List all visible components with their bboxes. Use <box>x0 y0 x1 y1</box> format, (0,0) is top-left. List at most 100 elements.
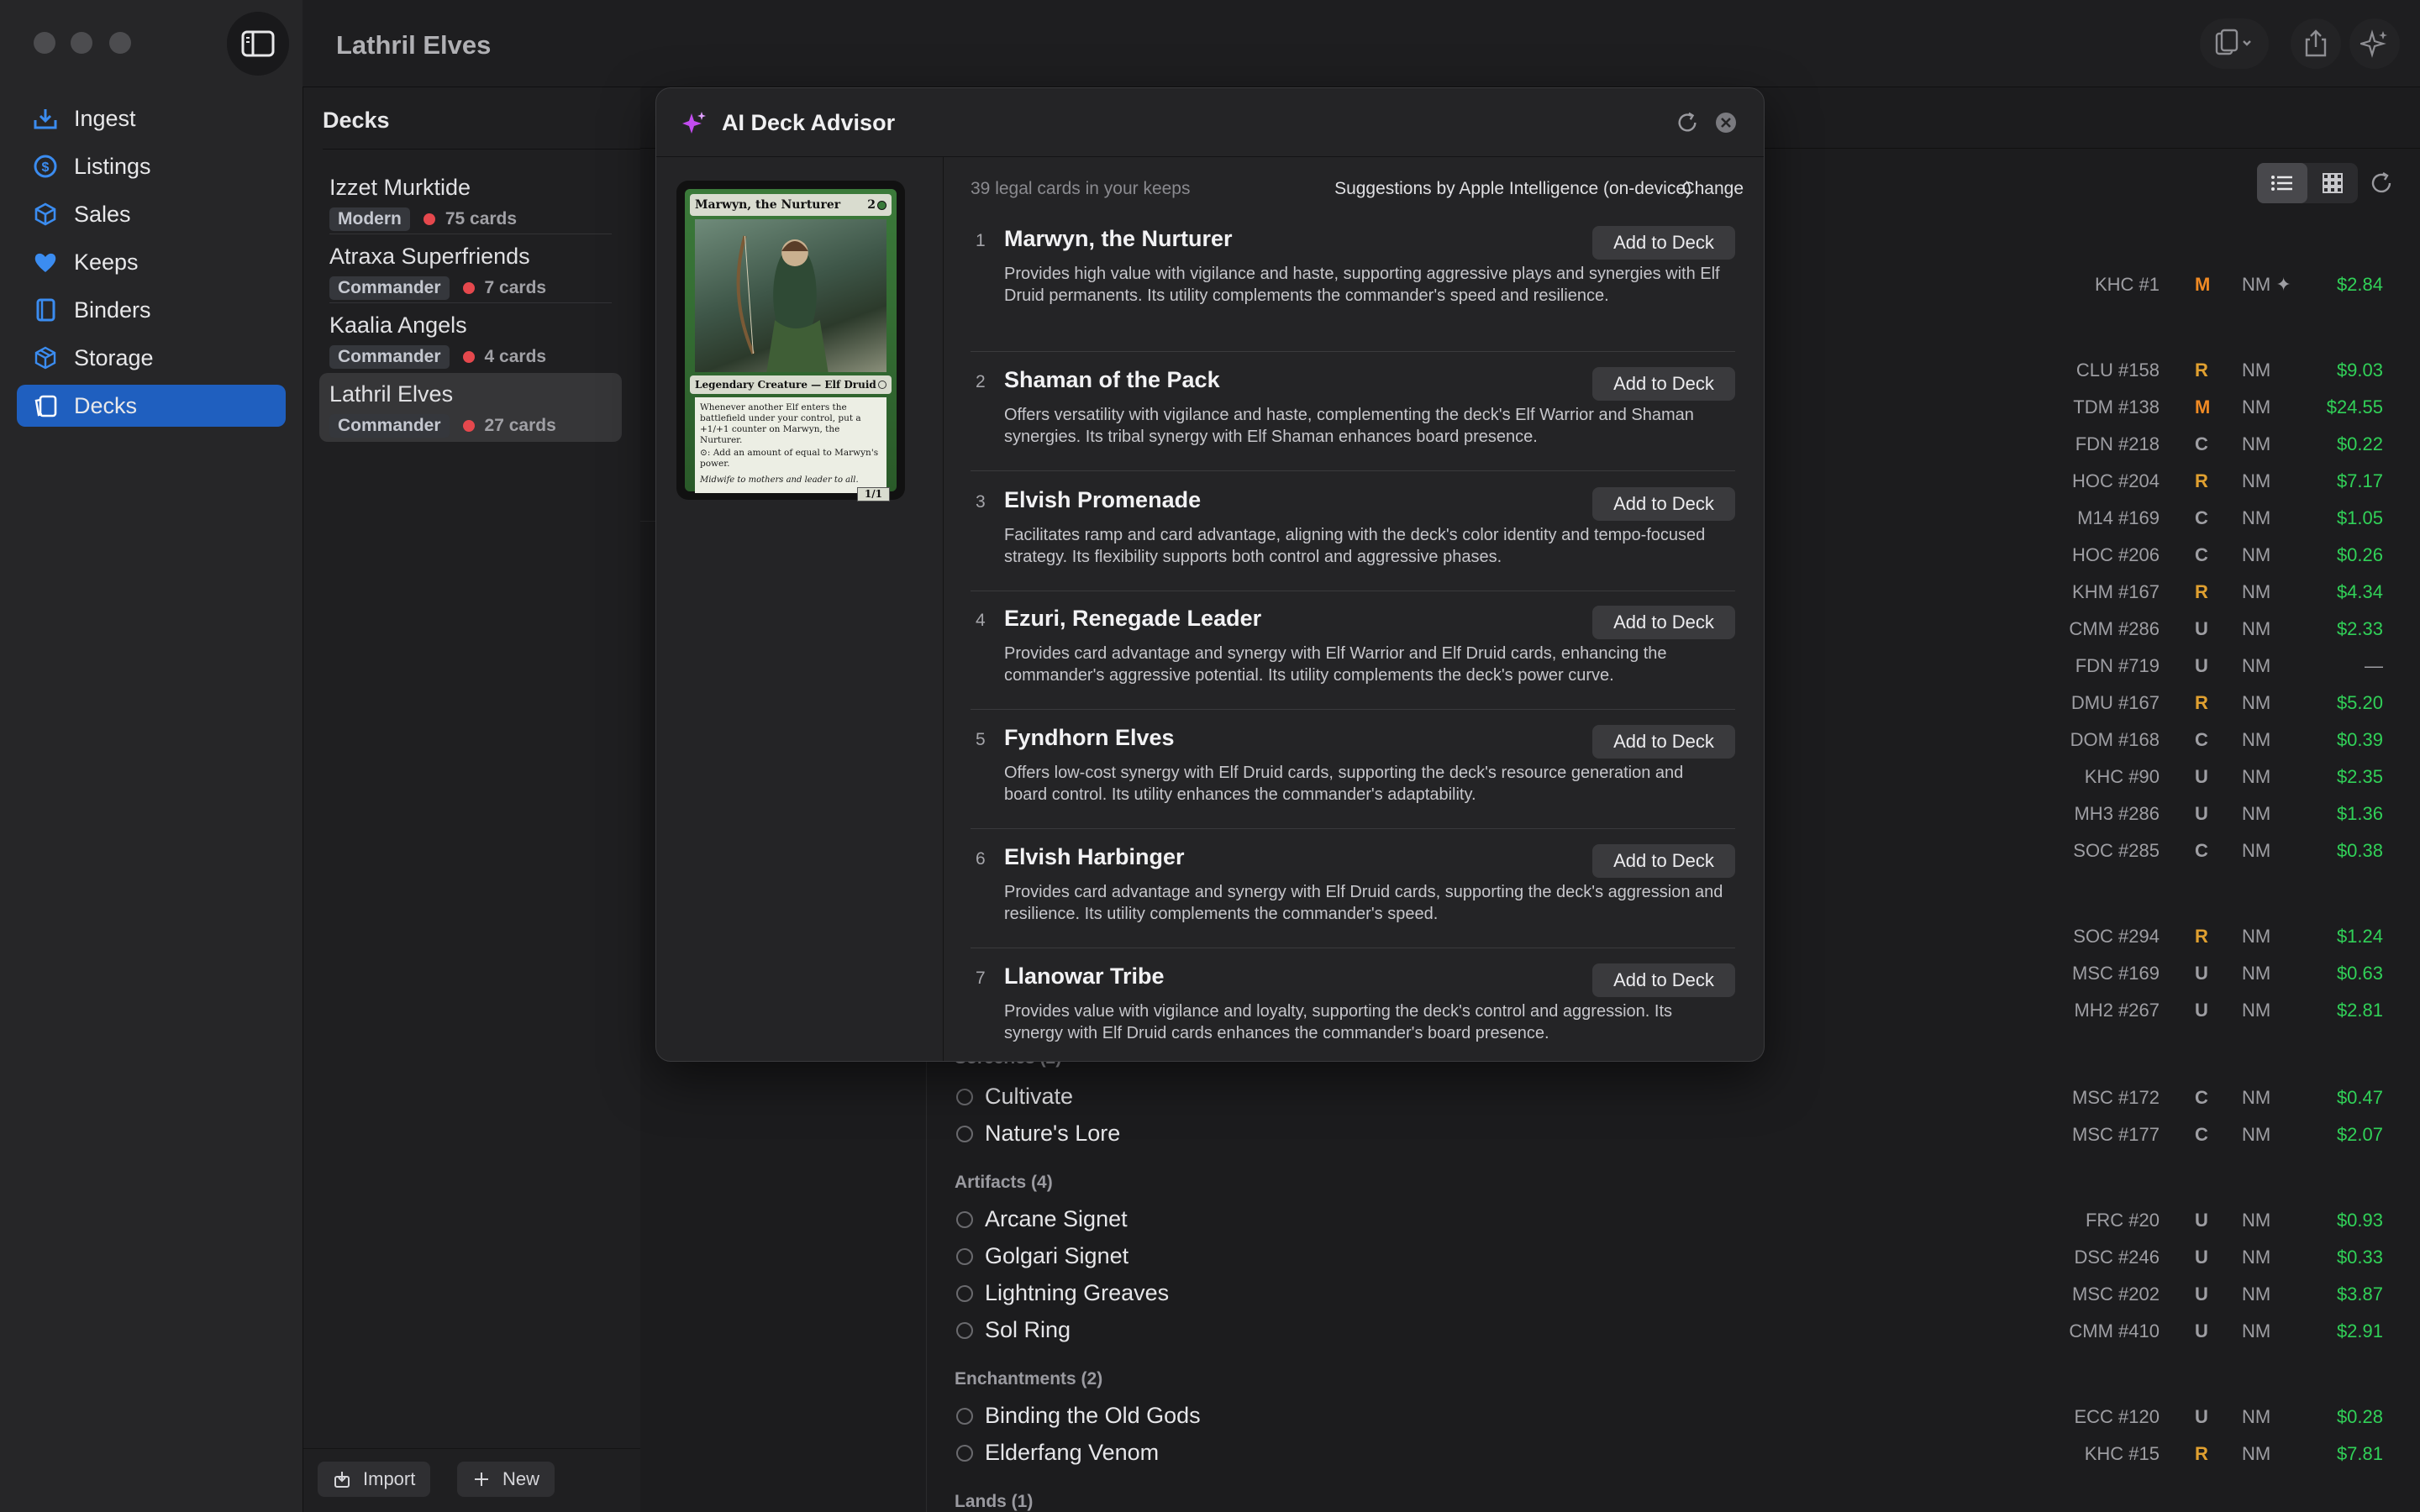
copy-menu-button[interactable] <box>2200 18 2269 69</box>
price: $0.22 <box>2336 433 2383 454</box>
suggestion-card-name[interactable]: Fyndhorn Elves <box>1004 725 1175 751</box>
rarity-badge: R <box>2195 360 2208 381</box>
import-label: Import <box>363 1468 416 1489</box>
suggestion-card-name[interactable]: Marwyn, the Nurturer <box>1004 226 1233 252</box>
table-row[interactable]: Arcane Signet FRC #20 U NM $0.93 <box>941 1203 2403 1240</box>
divider <box>926 1050 927 1512</box>
condition: NM <box>2242 1443 2271 1464</box>
deck-item-kaalia-angels[interactable]: Kaalia Angels Commander 4 cards <box>319 304 622 370</box>
suggestion-description: Provides card advantage and synergy with… <box>1004 644 1667 685</box>
new-deck-button[interactable]: New <box>457 1462 555 1497</box>
add-to-deck-button[interactable]: Add to Deck <box>1592 963 1735 997</box>
add-to-deck-button[interactable]: Add to Deck <box>1592 606 1735 639</box>
sidebar-toggle-button[interactable] <box>227 12 289 76</box>
card-name: Marwyn, the Nurturer <box>695 198 841 212</box>
sidebar-item-storage[interactable]: Storage <box>17 337 286 379</box>
rarity-badge: U <box>2195 766 2208 787</box>
share-icon <box>2305 29 2327 57</box>
suggestion-card-name[interactable]: Elvish Harbinger <box>1004 844 1185 870</box>
table-row[interactable]: Sol Ring CMM #410 U NM $2.91 <box>941 1314 2403 1351</box>
keep-toggle[interactable] <box>956 1089 973 1105</box>
keep-toggle[interactable] <box>956 1211 973 1228</box>
sidebar-item-binders[interactable]: Binders <box>17 289 286 331</box>
elf-druid-illustration <box>736 235 829 372</box>
suggestion-rank: 2 <box>976 372 986 391</box>
suggestion-card-name[interactable]: Ezuri, Renegade Leader <box>1004 606 1261 632</box>
rarity-badge: C <box>2195 544 2208 565</box>
table-row[interactable]: Nature's Lore MSC #177 C NM $2.07 <box>941 1117 2403 1154</box>
deck-card-count: 75 cards <box>445 209 518 228</box>
rarity-badge: C <box>2195 507 2208 528</box>
sidebar-item-label: Binders <box>74 297 151 323</box>
deck-format-badge: Commander <box>329 345 450 369</box>
set-number: CLU #158 <box>2075 360 2160 381</box>
price: $2.81 <box>2336 1000 2383 1021</box>
condition: NM <box>2242 1210 2271 1231</box>
deck-item-lathril-elves[interactable]: Lathril Elves Commander 27 cards <box>319 373 622 442</box>
sidebar-item-decks[interactable]: Decks <box>17 385 286 427</box>
keep-toggle[interactable] <box>956 1322 973 1339</box>
suggestion-description: Offers versatility with vigilance and ha… <box>1004 406 1694 446</box>
legal-card-count: 39 legal cards in your keeps <box>971 179 1191 198</box>
zoom-window-button[interactable] <box>109 32 131 54</box>
set-number: KHC #90 <box>2084 766 2160 787</box>
condition: NM <box>2242 507 2271 528</box>
rarity-badge: R <box>2195 581 2208 602</box>
change-source-link[interactable]: Change <box>1681 179 1744 199</box>
share-button[interactable] <box>2291 18 2341 69</box>
tray-arrow-down-icon <box>32 105 59 132</box>
add-to-deck-button[interactable]: Add to Deck <box>1592 367 1735 401</box>
set-number: CMM #410 <box>2069 1320 2160 1341</box>
close-dialog-button[interactable] <box>1713 110 1739 135</box>
table-row[interactable]: Cultivate MSC #172 C NM $0.47 <box>941 1080 2403 1117</box>
section-header-artifacts: Artifacts (4) <box>955 1173 1053 1192</box>
add-to-deck-button[interactable]: Add to Deck <box>1592 487 1735 521</box>
sidebar-item-label: Storage <box>74 344 154 370</box>
suggestion-card-name[interactable]: Shaman of the Pack <box>1004 367 1220 393</box>
rarity-badge: C <box>2195 433 2208 454</box>
deck-format-badge: Modern <box>329 207 410 231</box>
suggestion-item: 5 Fyndhorn Elves Add to Deck Offers low-cos… <box>971 725 1735 829</box>
sidebar-item-sales[interactable]: Sales <box>17 193 286 235</box>
deck-item-atraxa-superfriends[interactable]: Atraxa Superfriends Commander 7 cards <box>319 235 622 301</box>
sidebar-item-ingest[interactable]: Ingest <box>17 97 286 139</box>
deck-item-izzet-murktide[interactable]: Izzet Murktide Modern 75 cards <box>319 166 622 232</box>
rarity-badge: U <box>2195 1247 2208 1268</box>
set-number: HOC #206 <box>2072 544 2160 565</box>
suggestion-card-name[interactable]: Elvish Promenade <box>1004 487 1201 513</box>
table-row[interactable]: Binding the Old Gods ECC #120 U NM $0.28 <box>941 1399 2403 1436</box>
keep-toggle[interactable] <box>956 1445 973 1462</box>
close-window-button[interactable] <box>34 32 55 54</box>
regenerate-button[interactable] <box>1675 110 1700 135</box>
keep-toggle[interactable] <box>956 1248 973 1265</box>
add-to-deck-button[interactable]: Add to Deck <box>1592 226 1735 260</box>
set-number: KHC #1 <box>2094 274 2160 295</box>
suggestion-card-name[interactable]: Llanowar Tribe <box>1004 963 1165 990</box>
add-to-deck-button[interactable]: Add to Deck <box>1592 844 1735 878</box>
list-view-button[interactable] <box>2257 163 2307 203</box>
condition: NM <box>2242 1087 2271 1108</box>
card-name: Nature's Lore <box>985 1121 1121 1146</box>
add-to-deck-button[interactable]: Add to Deck <box>1592 725 1735 759</box>
ai-advisor-button[interactable] <box>2349 18 2400 69</box>
plus-icon <box>472 1470 491 1488</box>
sidebar-item-listings[interactable]: $ Listings <box>17 145 286 187</box>
condition: NM <box>2242 766 2271 787</box>
table-row[interactable]: Golgari Signet DSC #246 U NM $0.33 <box>941 1240 2403 1277</box>
sidebar-item-label: Ingest <box>74 105 136 131</box>
grid-view-button[interactable] <box>2307 163 2358 203</box>
suggestion-source: Suggestions by Apple Intelligence (on-de… <box>1334 179 1691 198</box>
minimize-window-button[interactable] <box>71 32 92 54</box>
import-button[interactable]: Import <box>318 1462 431 1497</box>
table-row[interactable]: Elderfang Venom KHC #15 R NM $7.81 <box>941 1436 2403 1473</box>
card-flavor-text: Midwife to mothers and leader to all. <box>700 475 859 485</box>
refresh-icon <box>2371 171 2391 193</box>
sidebar-item-keeps[interactable]: Keeps <box>17 241 286 283</box>
card-name: Arcane Signet <box>985 1206 1128 1231</box>
dollar-circle-icon: $ <box>32 153 59 180</box>
keep-toggle[interactable] <box>956 1126 973 1142</box>
table-row[interactable]: Lightning Greaves MSC #202 U NM $3.87 <box>941 1277 2403 1314</box>
keep-toggle[interactable] <box>956 1285 973 1302</box>
refresh-prices-button[interactable] <box>2366 168 2396 198</box>
keep-toggle[interactable] <box>956 1408 973 1425</box>
